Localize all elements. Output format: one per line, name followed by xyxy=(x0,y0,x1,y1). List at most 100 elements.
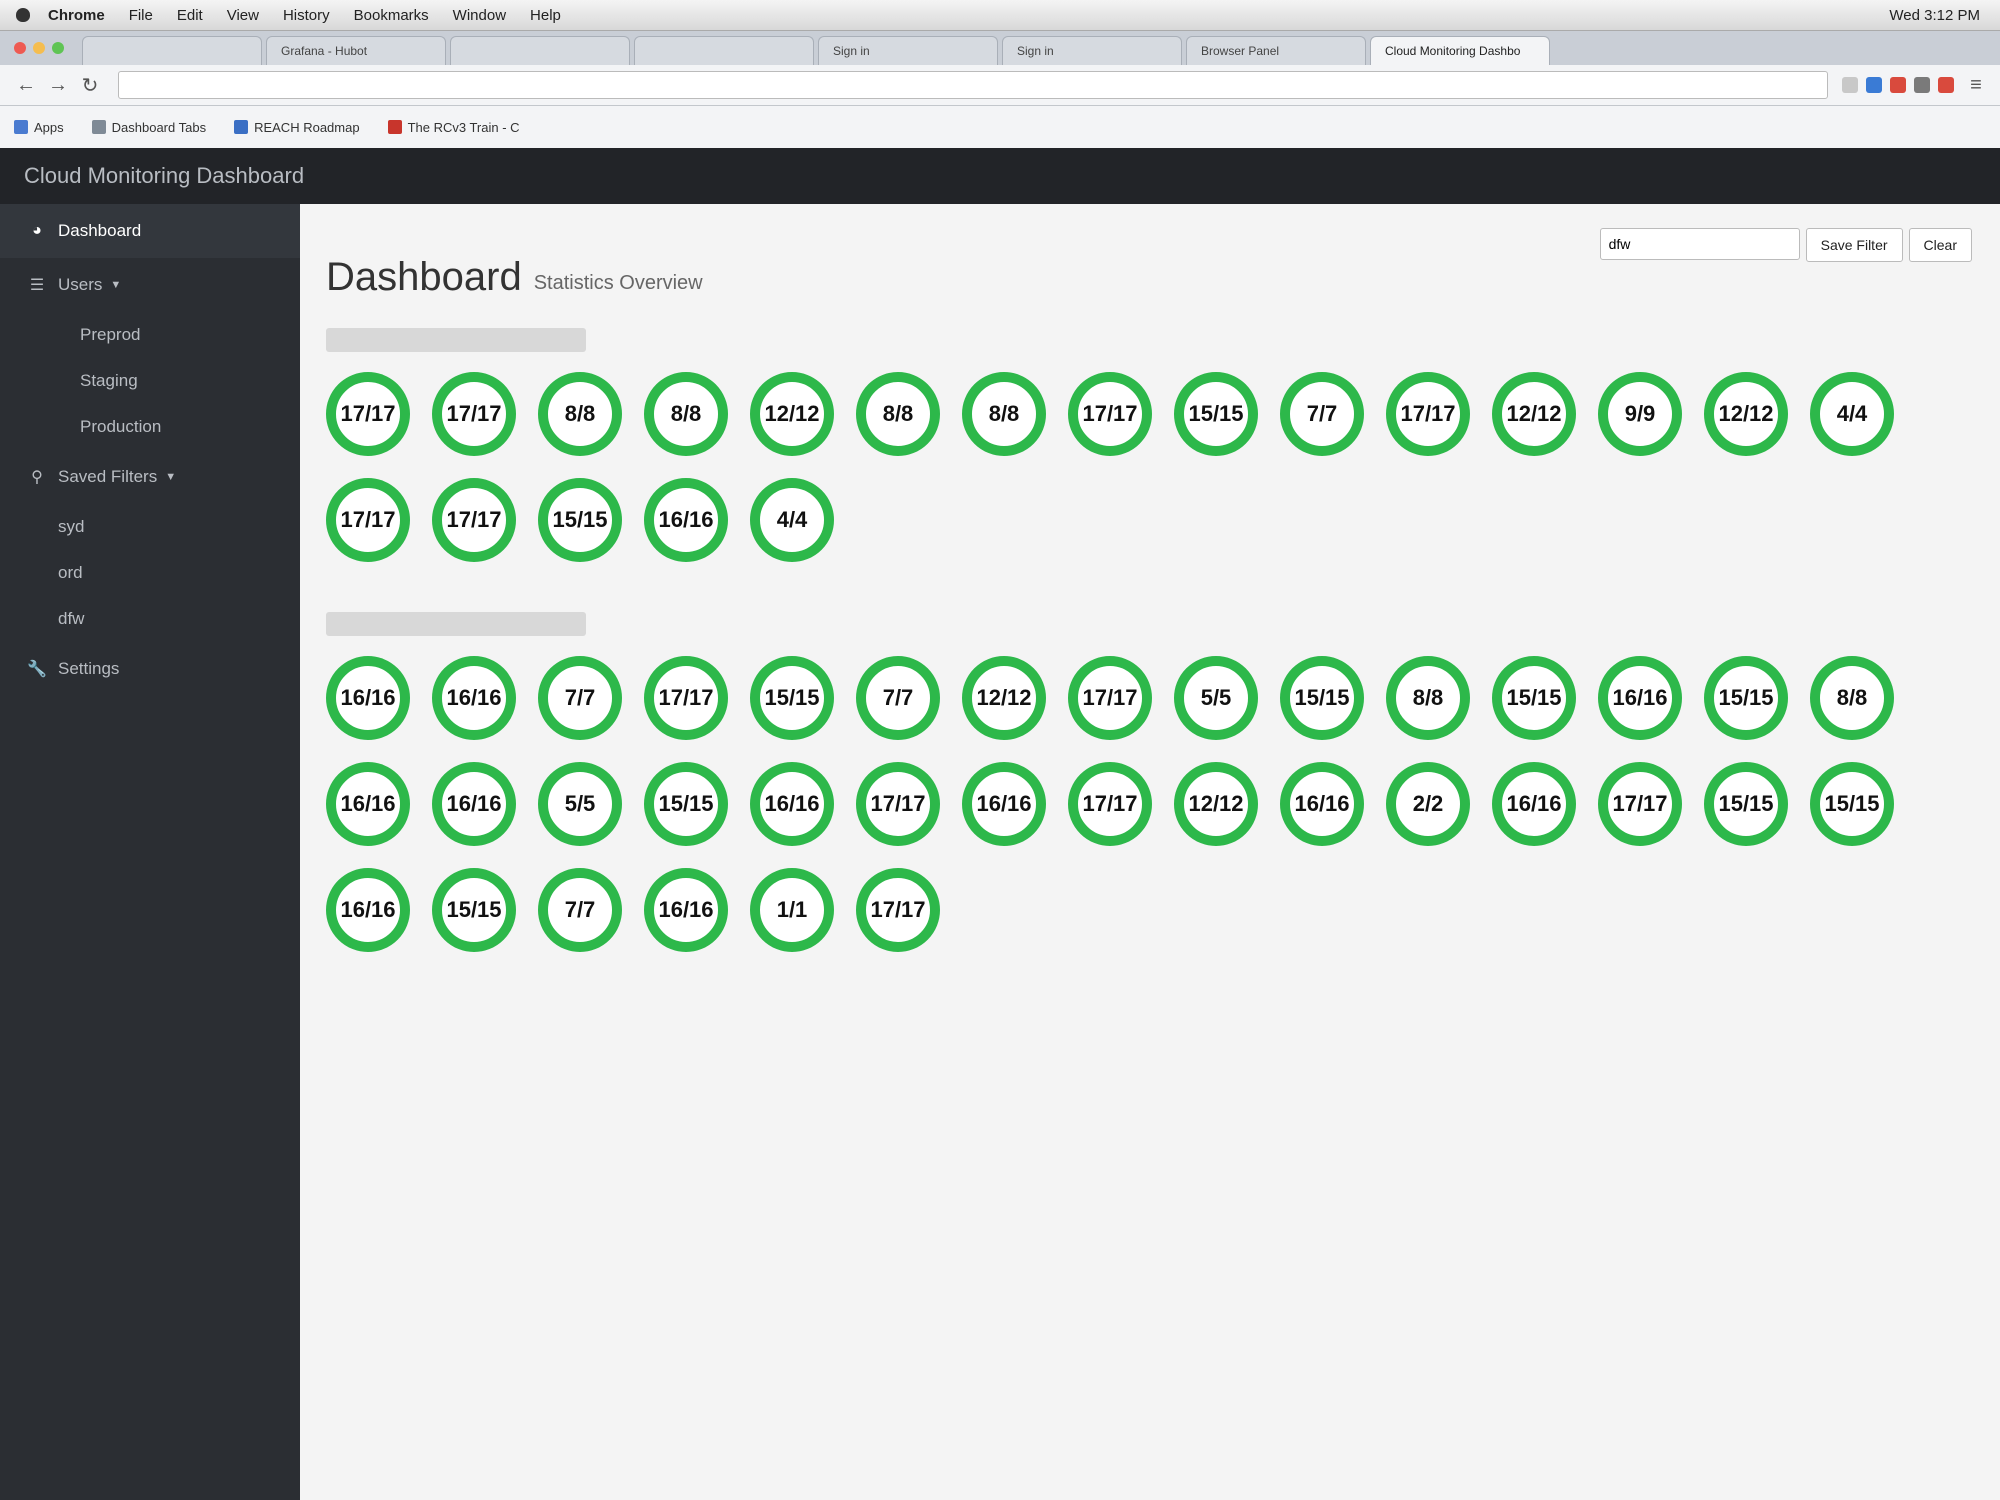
status-circle[interactable]: 17/17 xyxy=(1068,762,1152,846)
status-circle[interactable]: 16/16 xyxy=(326,656,410,740)
status-circle[interactable]: 16/16 xyxy=(750,762,834,846)
status-circle[interactable]: 17/17 xyxy=(1598,762,1682,846)
menu-history[interactable]: History xyxy=(283,7,330,24)
tab-sign-in[interactable]: Sign in xyxy=(818,36,998,65)
address-bar[interactable] xyxy=(118,71,1828,99)
reload-icon[interactable]: ↻ xyxy=(76,71,104,99)
status-circle[interactable]: 16/16 xyxy=(326,868,410,952)
status-circle[interactable]: 16/16 xyxy=(1280,762,1364,846)
sidebar-item-filter-ord[interactable]: ord xyxy=(0,550,300,596)
status-circle[interactable]: 5/5 xyxy=(538,762,622,846)
status-circle[interactable]: 4/4 xyxy=(1810,372,1894,456)
status-circle[interactable]: 15/15 xyxy=(750,656,834,740)
menu-help[interactable]: Help xyxy=(530,7,561,24)
status-circle[interactable]: 8/8 xyxy=(962,372,1046,456)
tab-blank[interactable] xyxy=(82,36,262,65)
status-circle[interactable]: 7/7 xyxy=(856,656,940,740)
extension-icon[interactable] xyxy=(1938,77,1954,93)
status-circle[interactable]: 12/12 xyxy=(962,656,1046,740)
back-icon[interactable]: ← xyxy=(12,71,40,99)
menubar-clock[interactable]: Wed 3:12 PM xyxy=(1889,7,1980,24)
status-circle[interactable]: 16/16 xyxy=(1598,656,1682,740)
status-circle[interactable]: 15/15 xyxy=(644,762,728,846)
zoom-window-icon[interactable] xyxy=(52,42,64,54)
status-circle[interactable]: 12/12 xyxy=(1704,372,1788,456)
tab-blank[interactable] xyxy=(450,36,630,65)
status-circle[interactable]: 12/12 xyxy=(1492,372,1576,456)
forward-icon[interactable]: → xyxy=(44,71,72,99)
status-circle[interactable]: 15/15 xyxy=(1704,656,1788,740)
status-circle[interactable]: 16/16 xyxy=(962,762,1046,846)
menu-edit[interactable]: Edit xyxy=(177,7,203,24)
clear-filter-button[interactable]: Clear xyxy=(1908,228,1972,262)
status-circle[interactable]: 7/7 xyxy=(538,868,622,952)
sidebar-item-dashboard[interactable]: ◕ Dashboard xyxy=(0,204,300,258)
extension-icon[interactable] xyxy=(1914,77,1930,93)
status-circle[interactable]: 17/17 xyxy=(326,478,410,562)
status-circle[interactable]: 16/16 xyxy=(326,762,410,846)
status-circle[interactable]: 15/15 xyxy=(432,868,516,952)
status-circle[interactable]: 15/15 xyxy=(1280,656,1364,740)
status-circle[interactable]: 17/17 xyxy=(644,656,728,740)
status-circle[interactable]: 16/16 xyxy=(644,868,728,952)
extension-icon[interactable] xyxy=(1866,77,1882,93)
apple-icon[interactable] xyxy=(16,8,30,22)
menu-chrome[interactable]: Chrome xyxy=(48,7,105,24)
sidebar-item-filter-syd[interactable]: syd xyxy=(0,504,300,550)
sidebar-item-saved-filters[interactable]: ⚲ Saved Filters ▼ xyxy=(0,450,300,504)
bookmark-reach-roadmap[interactable]: REACH Roadmap xyxy=(234,120,360,135)
menu-window[interactable]: Window xyxy=(453,7,506,24)
status-circle[interactable]: 16/16 xyxy=(432,656,516,740)
bookmark-apps[interactable]: Apps xyxy=(14,120,64,135)
sidebar-item-filter-dfw[interactable]: dfw xyxy=(0,596,300,642)
status-circle[interactable]: 8/8 xyxy=(856,372,940,456)
status-circle[interactable]: 1/1 xyxy=(750,868,834,952)
tab-cloud-monitoring[interactable]: Cloud Monitoring Dashbo xyxy=(1370,36,1550,65)
close-window-icon[interactable] xyxy=(14,42,26,54)
status-circle[interactable]: 8/8 xyxy=(1810,656,1894,740)
status-circle[interactable]: 17/17 xyxy=(432,478,516,562)
status-circle[interactable]: 17/17 xyxy=(1068,372,1152,456)
status-circle[interactable]: 9/9 xyxy=(1598,372,1682,456)
extension-icon[interactable] xyxy=(1890,77,1906,93)
sidebar-item-production[interactable]: Production xyxy=(0,404,300,450)
chrome-menu-icon[interactable]: ≡ xyxy=(1962,71,1990,99)
filter-input[interactable] xyxy=(1599,228,1800,260)
status-circle[interactable]: 5/5 xyxy=(1174,656,1258,740)
status-circle[interactable]: 15/15 xyxy=(1174,372,1258,456)
save-filter-button[interactable]: Save Filter xyxy=(1805,228,1903,262)
bookmark-rcv3-train[interactable]: The RCv3 Train - C xyxy=(387,120,520,135)
status-circle[interactable]: 17/17 xyxy=(856,762,940,846)
status-circle[interactable]: 15/15 xyxy=(538,478,622,562)
status-circle[interactable]: 16/16 xyxy=(432,762,516,846)
menu-file[interactable]: File xyxy=(129,7,153,24)
menu-view[interactable]: View xyxy=(227,7,259,24)
status-circle[interactable]: 15/15 xyxy=(1704,762,1788,846)
sidebar-item-staging[interactable]: Staging xyxy=(0,358,300,404)
minimize-window-icon[interactable] xyxy=(33,42,45,54)
status-circle[interactable]: 16/16 xyxy=(1492,762,1576,846)
status-circle[interactable]: 8/8 xyxy=(644,372,728,456)
status-circle[interactable]: 7/7 xyxy=(1280,372,1364,456)
status-circle[interactable]: 17/17 xyxy=(1386,372,1470,456)
status-circle[interactable]: 15/15 xyxy=(1492,656,1576,740)
tab-blank[interactable] xyxy=(634,36,814,65)
sidebar-item-preprod[interactable]: Preprod xyxy=(0,312,300,358)
app-brand[interactable]: Cloud Monitoring Dashboard xyxy=(24,163,304,189)
bookmark-dashboard-tabs[interactable]: Dashboard Tabs xyxy=(91,120,206,135)
status-circle[interactable]: 2/2 xyxy=(1386,762,1470,846)
status-circle[interactable]: 8/8 xyxy=(1386,656,1470,740)
status-circle[interactable]: 12/12 xyxy=(1174,762,1258,846)
sidebar-item-users[interactable]: ☰ Users ▼ xyxy=(0,258,300,312)
tab-grafana[interactable]: Grafana - Hubot xyxy=(266,36,446,65)
status-circle[interactable]: 12/12 xyxy=(750,372,834,456)
status-circle[interactable]: 17/17 xyxy=(432,372,516,456)
tab-browser-panel[interactable]: Browser Panel xyxy=(1186,36,1366,65)
bookmark-star-icon[interactable] xyxy=(1842,77,1858,93)
status-circle[interactable]: 17/17 xyxy=(1068,656,1152,740)
status-circle[interactable]: 8/8 xyxy=(538,372,622,456)
status-circle[interactable]: 4/4 xyxy=(750,478,834,562)
sidebar-item-settings[interactable]: 🔧 Settings xyxy=(0,642,300,696)
status-circle[interactable]: 15/15 xyxy=(1810,762,1894,846)
menu-bookmarks[interactable]: Bookmarks xyxy=(354,7,429,24)
